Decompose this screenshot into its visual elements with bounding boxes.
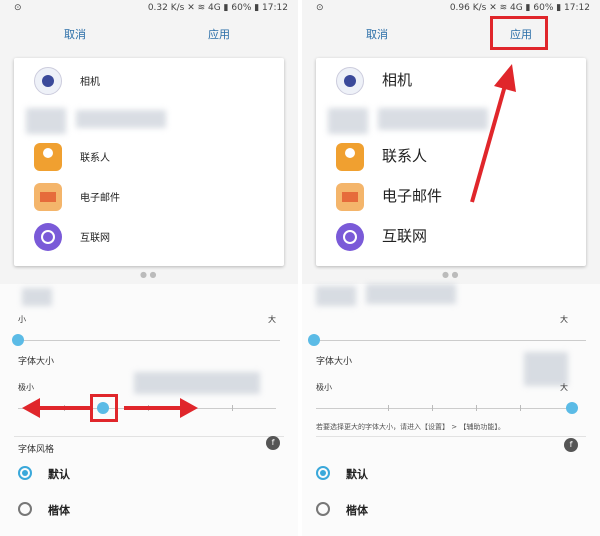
app-row-blurred [14,102,284,140]
internet-icon [336,223,364,251]
option-kaiti-label[interactable]: 楷体 [48,502,70,518]
tick [520,405,521,411]
arrow-to-apply-icon [470,64,516,203]
preview-card: 相机 联系人 电子邮件 互联网 [14,58,284,266]
slider1-knob[interactable] [308,334,320,346]
app-row-internet: 互联网 [14,218,284,256]
font-style-label: 字体风格 [18,445,55,455]
divider [316,436,586,437]
status-right: 0.32 K/s ✕ ≋ 4G ▮ 60% ▮ 17:12 [147,3,288,13]
app-row-email: 电子邮件 [316,178,586,216]
camera-icon [34,67,62,95]
blurred-icon [26,108,66,134]
app-label-contacts: 联系人 [382,147,428,165]
cancel-button[interactable]: 取消 [366,26,388,42]
status-left: ⊙ [14,3,22,13]
slider1-track[interactable] [18,340,280,341]
blurred-size-preview [134,372,260,394]
right-screenshot: ⊙ 0.96 K/s ✕ ≋ 4G ▮ 60% ▮ 17:12 取消 应用 相机… [302,0,600,536]
app-label-camera: 相机 [382,71,413,89]
internet-icon [34,223,62,251]
font-size-knob[interactable] [566,402,578,414]
size-min-label: 极小 [316,383,332,392]
option-kaiti-label[interactable]: 楷体 [346,502,368,518]
font-size-label: 字体大小 [316,357,353,367]
blurred-label [76,110,166,128]
apply-button[interactable]: 应用 [208,26,230,42]
app-label-email: 电子邮件 [80,193,120,204]
app-row-camera: 相机 [316,62,586,100]
top-bar: 取消 应用 [0,18,298,54]
status-right: 0.96 K/s ✕ ≋ 4G ▮ 60% ▮ 17:12 [449,3,590,13]
page-indicator: ● ● [140,270,157,279]
font-size-track[interactable] [316,408,576,409]
slider1-max-label: 大 [560,315,568,324]
tick [476,405,477,411]
option-default-label[interactable]: 默认 [48,466,70,482]
app-row-internet: 互联网 [316,218,586,256]
app-label-internet: 互联网 [382,227,428,245]
app-row-camera: 相机 [14,62,284,100]
size-max-label: 大 [560,383,568,392]
contacts-icon [34,143,62,171]
top-bar: 取消 应用 [302,16,600,54]
drag-arrow-icon [22,398,198,418]
font-download-icon[interactable]: f [266,436,280,450]
font-size-label: 字体大小 [18,357,55,367]
email-icon [336,183,364,211]
radio-kaiti[interactable] [316,502,330,516]
slider1-track[interactable] [316,340,586,341]
app-label-contacts: 联系人 [80,153,110,164]
status-bar: ⊙ 0.32 K/s ✕ ≋ 4G ▮ 60% ▮ 17:12 [0,0,298,18]
option-default-label[interactable]: 默认 [346,466,368,482]
left-screenshot: ⊙ 0.32 K/s ✕ ≋ 4G ▮ 60% ▮ 17:12 取消 应用 相机… [0,0,298,536]
app-label-internet: 互联网 [80,233,110,244]
divider [14,436,284,437]
email-icon [34,183,62,211]
app-label-camera: 相机 [80,77,100,88]
status-bar: ⊙ 0.96 K/s ✕ ≋ 4G ▮ 60% ▮ 17:12 [302,0,600,18]
apply-highlight-box [490,16,548,50]
slider1-max-label: 大 [268,315,276,324]
font-download-icon[interactable]: f [564,438,578,452]
settings-area: 大 字体大小 极小 大 若要选择更大的字体大小，请进入【设置】 > 【辅助功能】… [302,284,600,536]
app-row-email: 电子邮件 [14,178,284,216]
blurred-size-preview [524,352,568,386]
page-indicator: ● ● [442,270,459,279]
status-left: ⊙ [316,3,324,13]
blurred-header-text [366,284,456,304]
radio-default[interactable] [18,466,32,480]
radio-default[interactable] [316,466,330,480]
app-label-email: 电子邮件 [382,187,443,205]
font-size-hint: 若要选择更大的字体大小，请进入【设置】 > 【辅助功能】。 [316,423,505,431]
settings-area: 小 大 字体大小 极小 字体风格 f 默认 楷体 [0,284,298,536]
app-row-contacts: 联系人 [14,138,284,176]
tick [232,405,233,411]
contacts-icon [336,143,364,171]
blurred-icon [328,108,368,134]
cancel-button[interactable]: 取消 [64,26,86,42]
tick [388,405,389,411]
preview-card: 相机 联系人 电子邮件 互联网 [316,58,586,266]
app-row-contacts: 联系人 [316,138,586,176]
slider1-min-label: 小 [18,315,26,324]
radio-kaiti[interactable] [18,502,32,516]
blurred-header [22,288,52,306]
app-row-blurred [316,102,586,140]
camera-icon [336,67,364,95]
size-min-label: 极小 [18,383,34,392]
slider1-knob[interactable] [12,334,24,346]
tick [432,405,433,411]
blurred-header [316,286,356,306]
